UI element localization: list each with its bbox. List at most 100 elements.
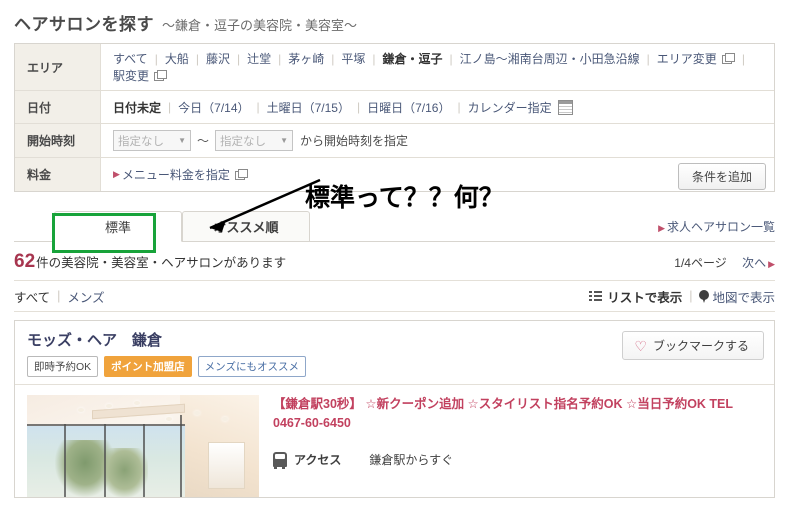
page-root: ヘアサロンを探す 〜鎌倉・逗子の美容院・美容室〜 エリア すべて | 大船 | … bbox=[0, 0, 789, 508]
filter-all[interactable]: すべて bbox=[14, 287, 50, 306]
station-change-link[interactable]: 駅変更 bbox=[113, 67, 149, 84]
photo-window-frame bbox=[27, 423, 185, 426]
area-option-fujisawa[interactable]: 藤沢 bbox=[206, 50, 230, 67]
area-change-link[interactable]: エリア変更 bbox=[657, 50, 717, 67]
photo-window-frame bbox=[64, 423, 67, 497]
date-option-sunday[interactable]: 日曜日（7/16） bbox=[367, 99, 450, 116]
salon-card-body: 【鎌倉駅30秒】 ☆新クーポン追加 ☆スタイリスト指名予約OK ☆当日予約OK … bbox=[15, 384, 774, 497]
bookmark-button[interactable]: ♡ ブックマークする bbox=[622, 331, 764, 360]
salon-details: 【鎌倉駅30秒】 ☆新クーポン追加 ☆スタイリスト指名予約OK ☆当日予約OK … bbox=[259, 395, 762, 497]
area-option-all[interactable]: すべて bbox=[113, 50, 148, 67]
search-condition-box: エリア すべて | 大船 | 藤沢 | 辻堂 | 茅ヶ崎 | 平塚 | 鎌倉・逗… bbox=[14, 43, 775, 192]
date-option-saturday[interactable]: 土曜日（7/15） bbox=[267, 99, 350, 116]
next-page-link[interactable]: 次へ ▶ bbox=[742, 256, 775, 270]
condition-row-area: エリア すべて | 大船 | 藤沢 | 辻堂 | 茅ヶ崎 | 平塚 | 鎌倉・逗… bbox=[15, 44, 774, 91]
access-label: アクセス bbox=[294, 452, 342, 467]
badge-instant-reservation: 即時予約OK bbox=[27, 356, 99, 377]
start-time-from-select[interactable]: 指定なし ▼ bbox=[113, 130, 191, 151]
page-title-main: ヘアサロンを探す bbox=[14, 15, 154, 34]
page-title: ヘアサロンを探す 〜鎌倉・逗子の美容院・美容室〜 bbox=[0, 0, 789, 43]
area-label: エリア bbox=[15, 44, 101, 90]
separator: | bbox=[236, 51, 241, 66]
bookmark-label: ブックマークする bbox=[652, 339, 749, 353]
separator: | bbox=[689, 289, 693, 303]
salon-card-header: モッズ・ヘア 鎌倉 即時予約OK ポイント加盟店 メンズにもオススメ ♡ ブック… bbox=[15, 321, 774, 384]
separator: | bbox=[449, 51, 453, 66]
area-option-enoshima[interactable]: 江ノ島〜湘南台周辺・小田急沿線 bbox=[460, 50, 640, 67]
area-option-kamakura-zushi[interactable]: 鎌倉・逗子 bbox=[383, 50, 443, 67]
filter-mens[interactable]: メンズ bbox=[67, 287, 104, 306]
list-icon bbox=[589, 291, 603, 301]
triangle-right-icon: ▶ bbox=[658, 223, 665, 233]
popup-window-icon bbox=[721, 53, 735, 64]
salon-catchphrase: 【鎌倉駅30秒】 ☆新クーポン追加 ☆スタイリスト指名予約OK ☆当日予約OK … bbox=[273, 397, 733, 431]
list-view-button[interactable]: リストで表示 bbox=[607, 287, 682, 306]
date-option-undecided[interactable]: 日付未定 bbox=[113, 99, 161, 116]
popup-window-icon bbox=[154, 70, 168, 81]
photo-window-frame bbox=[103, 423, 106, 497]
photo-mirror bbox=[207, 441, 246, 489]
result-count-label: 件の美容院・美容室・ヘアサロンがあります bbox=[36, 256, 287, 270]
triangle-right-icon: ▶ bbox=[113, 169, 120, 179]
start-time-controls: 指定なし ▼ 〜 指定なし ▼ から開始時刻を指定 bbox=[101, 124, 774, 157]
separator: | bbox=[256, 100, 260, 114]
date-option-today[interactable]: 今日（7/14） bbox=[178, 99, 249, 116]
calendar-select-link[interactable]: カレンダー指定 bbox=[468, 99, 552, 116]
photo-window-frame bbox=[180, 415, 183, 497]
photo-tree bbox=[101, 448, 148, 497]
add-condition-button[interactable]: 条件を追加 bbox=[677, 163, 766, 190]
heart-icon: ♡ bbox=[634, 337, 647, 354]
badge-point-member: ポイント加盟店 bbox=[104, 356, 192, 377]
tab-standard[interactable]: 標準 bbox=[54, 211, 182, 242]
result-count-number: 62 bbox=[14, 251, 36, 272]
job-salon-list-link[interactable]: ▶ 求人ヘアサロン一覧 bbox=[658, 218, 775, 235]
badge-mens-recommended: メンズにもオススメ bbox=[197, 356, 306, 377]
calendar-icon[interactable] bbox=[557, 99, 573, 115]
salon-photo[interactable] bbox=[27, 395, 259, 497]
start-time-note: から開始時刻を指定 bbox=[300, 134, 409, 148]
job-salon-list-label: 求人ヘアサロン一覧 bbox=[666, 220, 775, 234]
start-time-label: 開始時刻 bbox=[15, 124, 101, 157]
separator: | bbox=[195, 51, 199, 66]
date-options: 日付未定 | 今日（7/14） | 土曜日（7/15） | 日曜日（7/16） … bbox=[101, 91, 774, 123]
separator: | bbox=[57, 289, 61, 303]
area-option-tsujido[interactable]: 辻堂 bbox=[247, 50, 271, 67]
salon-access-row: アクセス 鎌倉駅からすぐ bbox=[273, 451, 762, 469]
start-time-to-select[interactable]: 指定なし ▼ bbox=[215, 130, 294, 151]
separator: | bbox=[741, 51, 745, 66]
condition-row-date: 日付 日付未定 | 今日（7/14） | 土曜日（7/15） | 日曜日（7/1… bbox=[15, 91, 774, 124]
result-count-text-group: 62 件の美容院・美容室・ヘアサロンがあります bbox=[14, 251, 286, 273]
date-label: 日付 bbox=[15, 91, 101, 123]
area-option-hiratsuka[interactable]: 平塚 bbox=[341, 50, 365, 67]
pagination: 1/4ページ 次へ ▶ bbox=[674, 254, 775, 271]
map-view-button[interactable]: 地図で表示 bbox=[712, 287, 775, 306]
salon-card: モッズ・ヘア 鎌倉 即時予約OK ポイント加盟店 メンズにもオススメ ♡ ブック… bbox=[14, 320, 775, 498]
time-range-tilde: 〜 bbox=[197, 134, 210, 148]
filter-view-bar: すべて | メンズ リストで表示 | 地図で表示 bbox=[14, 281, 775, 312]
photo-window-frame bbox=[143, 423, 145, 497]
photo-downlight bbox=[133, 401, 140, 406]
train-icon bbox=[273, 451, 287, 469]
triangle-right-icon: ▶ bbox=[768, 259, 775, 269]
result-count-line: 62 件の美容院・美容室・ヘアサロンがあります 1/4ページ 次へ ▶ bbox=[14, 251, 775, 281]
start-time-from-value: 指定なし bbox=[118, 135, 164, 148]
fee-label: 料金 bbox=[15, 158, 101, 191]
separator: | bbox=[646, 51, 650, 66]
separator: | bbox=[278, 51, 282, 66]
separator: | bbox=[168, 100, 172, 114]
annotation-text: 標準って？？何？ bbox=[305, 184, 504, 212]
page-title-subtitle: 〜鎌倉・逗子の美容院・美容室〜 bbox=[162, 18, 358, 33]
view-switcher: リストで表示 | 地図で表示 bbox=[589, 287, 775, 306]
separator: | bbox=[331, 51, 335, 66]
separator: | bbox=[372, 51, 376, 66]
separator: | bbox=[457, 100, 461, 114]
access-value: 鎌倉駅からすぐ bbox=[369, 452, 454, 467]
separator: | bbox=[356, 100, 361, 114]
condition-row-start-time: 開始時刻 指定なし ▼ 〜 指定なし ▼ から開始時刻を指定 bbox=[15, 124, 774, 158]
area-option-chigasaki[interactable]: 茅ヶ崎 bbox=[288, 50, 324, 67]
area-option-ofuna[interactable]: 大船 bbox=[165, 50, 189, 67]
area-options: すべて | 大船 | 藤沢 | 辻堂 | 茅ヶ崎 | 平塚 | 鎌倉・逗子 | … bbox=[101, 44, 774, 90]
map-pin-icon bbox=[699, 289, 710, 303]
page-indicator: 1/4ページ bbox=[674, 256, 727, 270]
chevron-down-icon: ▼ bbox=[280, 136, 289, 145]
